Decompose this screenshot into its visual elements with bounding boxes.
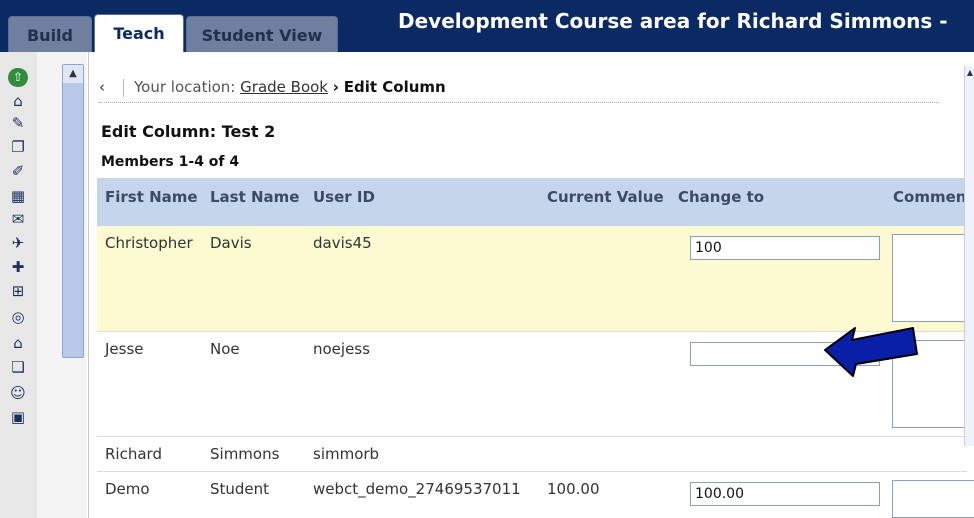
breadcrumb-separator: ›	[332, 78, 339, 96]
collapse-icon[interactable]: ⇧	[8, 68, 28, 87]
users-icon[interactable]: ☺	[8, 384, 28, 403]
course-title: Development Course area for Richard Simm…	[398, 9, 948, 33]
page-title: Edit Column: Test 2	[101, 122, 276, 141]
cell-first-name: Richard	[105, 445, 162, 463]
content-icon[interactable]: ❐	[8, 138, 28, 157]
edit-tool-icon[interactable]: ✐	[8, 162, 28, 181]
header-change-to[interactable]: Change to	[678, 188, 764, 206]
cell-last-name: Davis	[210, 234, 252, 252]
cell-first-name: Jesse	[105, 340, 144, 358]
breadcrumb-link-grade-book[interactable]: Grade Book	[240, 78, 328, 96]
scroll-up-icon[interactable]: ▲	[63, 65, 83, 83]
header-comments[interactable]: Commen	[893, 188, 966, 206]
breadcrumb-prefix: Your location:	[134, 78, 236, 96]
main-scrollbar[interactable]: ▲	[964, 66, 974, 446]
cell-user-id: noejess	[313, 340, 370, 358]
cell-user-id: webct_demo_27469537011	[313, 480, 521, 498]
header-user-id[interactable]: User ID	[313, 188, 375, 206]
tools-icon[interactable]: ✎	[8, 114, 28, 133]
breadcrumb-current: Edit Column	[343, 78, 446, 96]
table-row: Christopher Davis davis45	[97, 226, 974, 332]
table-row: Richard Simmons simmorb	[97, 437, 967, 472]
header-current-value[interactable]: Current Value	[547, 188, 664, 206]
scorm-icon[interactable]: ▣	[8, 408, 28, 427]
callout-arrow-icon	[824, 327, 918, 377]
cell-first-name: Christopher	[105, 234, 193, 252]
members-count: Members 1-4 of 4	[101, 154, 240, 170]
cell-user-id: davis45	[313, 234, 372, 252]
pin-icon[interactable]: ✈	[8, 234, 28, 253]
files-icon[interactable]: ❏	[8, 358, 28, 377]
divider	[123, 78, 124, 97]
cell-current-value: 100.00	[547, 480, 600, 498]
comment-textarea[interactable]	[892, 480, 974, 518]
discussion-icon[interactable]: ✉	[8, 210, 28, 229]
tool-icon-bar: ⇧ ⌂ ✎ ❐ ✐ ▦ ✉ ✈ ✚ ⊞ ◎ ⌂ ❏ ☺ ▣	[0, 52, 53, 518]
tab-teach[interactable]: Teach	[94, 14, 184, 52]
home-icon[interactable]: ⌂	[8, 92, 28, 111]
change-to-input[interactable]	[690, 482, 880, 506]
comment-textarea[interactable]	[892, 234, 974, 322]
cell-last-name: Noe	[210, 340, 240, 358]
table-header: First Name Last Name User ID Current Val…	[97, 178, 967, 226]
cell-last-name: Simmons	[210, 445, 280, 463]
breadcrumb: ‹ Your location: Grade Book › Edit Column	[99, 78, 446, 97]
cd-icon[interactable]: ◎	[8, 308, 28, 327]
mail-icon[interactable]: ⌂	[8, 334, 28, 353]
top-bar: Build Teach Student View Development Cou…	[0, 0, 974, 52]
header-last-name[interactable]: Last Name	[210, 188, 299, 206]
divider	[99, 102, 939, 103]
back-arrow-icon[interactable]: ‹	[99, 78, 121, 96]
cell-first-name: Demo	[105, 480, 150, 498]
scroll-up-icon[interactable]: ▲	[965, 66, 974, 80]
cell-user-id: simmorb	[313, 445, 380, 463]
header-first-name[interactable]: First Name	[105, 188, 198, 206]
tab-build[interactable]: Build	[8, 16, 92, 52]
reports-icon[interactable]: ✚	[8, 258, 28, 277]
tree-scrollbar[interactable]: ▲	[62, 64, 84, 358]
gradebook-icon[interactable]: ▦	[8, 187, 28, 206]
tab-student-view[interactable]: Student View	[186, 16, 338, 52]
cell-last-name: Student	[210, 480, 270, 498]
add-file-icon[interactable]: ⊞	[8, 282, 28, 301]
main-content: ‹ Your location: Grade Book › Edit Column…	[88, 52, 974, 518]
change-to-input[interactable]	[690, 236, 880, 260]
table-row: Demo Student webct_demo_27469537011 100.…	[97, 472, 974, 518]
